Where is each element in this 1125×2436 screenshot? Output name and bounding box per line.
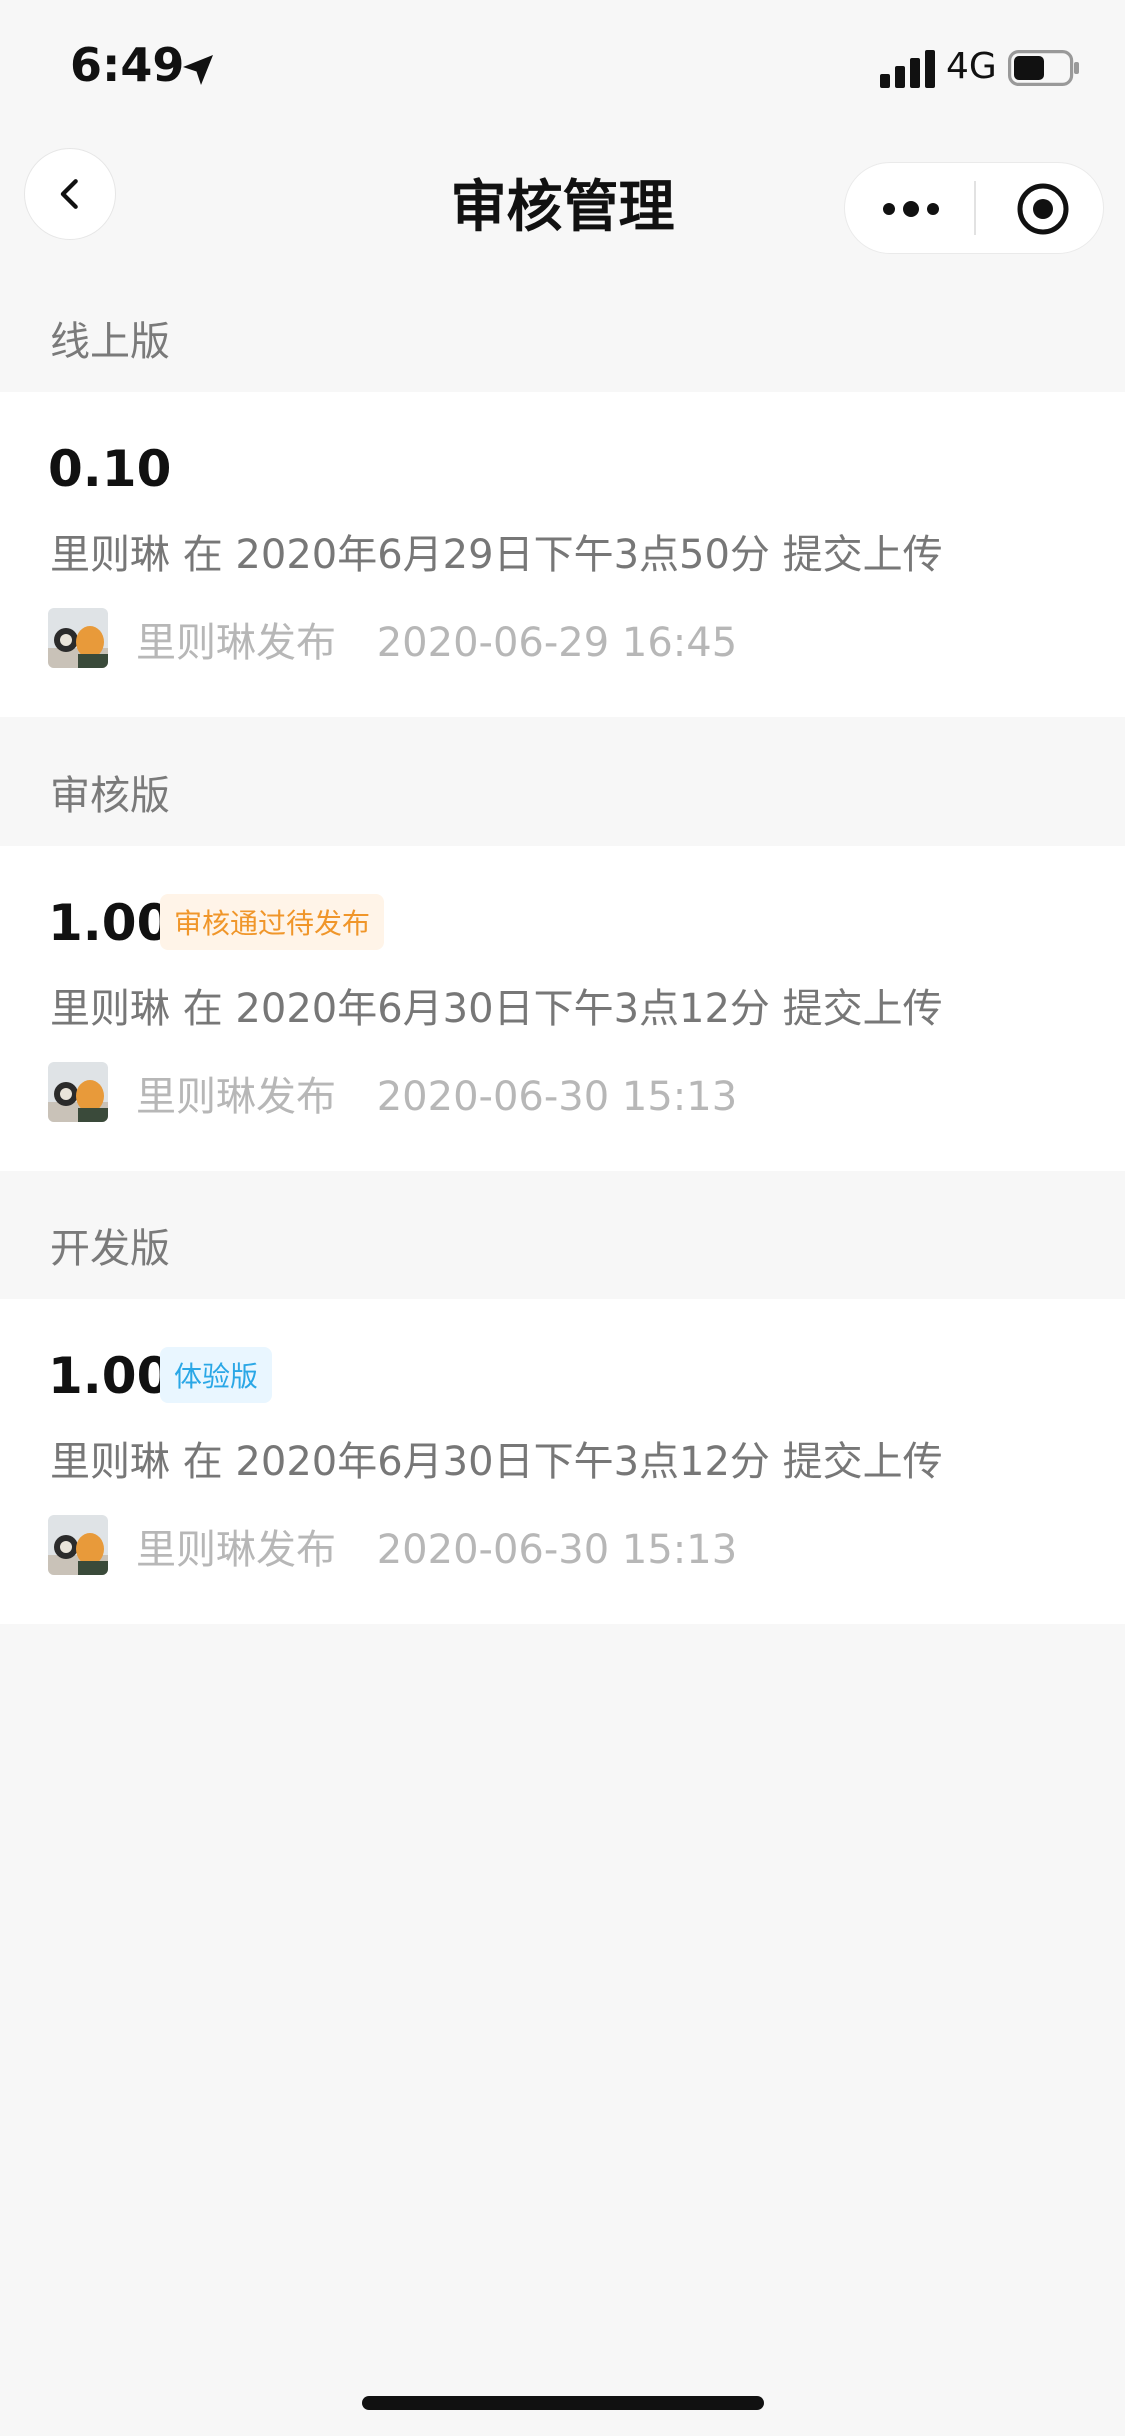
version-number: 1.00: [48, 894, 172, 952]
version-card-dev[interactable]: 1.00 体验版 里则琳 在 2020年6月30日下午3点12分 提交上传 里则…: [0, 1299, 1125, 1624]
more-dots-icon[interactable]: [881, 191, 941, 227]
publish-info: 里则琳发布 2020-06-30 15:13: [136, 1064, 737, 1122]
status-badge: 体验版: [160, 1347, 273, 1403]
network-label: 4G: [946, 46, 997, 87]
publish-datetime: 2020-06-30 15:13: [376, 1074, 738, 1120]
submission-description: 里则琳 在 2020年6月29日下午3点50分 提交上传: [50, 532, 943, 578]
avatar: [48, 1062, 108, 1122]
publisher-name: 里则琳发布: [136, 620, 336, 666]
publish-datetime: 2020-06-30 15:13: [376, 1527, 738, 1573]
status-bar: 6:49 4G: [0, 0, 1125, 140]
section-header-review: 审核版: [50, 773, 170, 819]
menu-capsule: [844, 162, 1104, 254]
target-icon[interactable]: [1015, 181, 1071, 237]
submission-description: 里则琳 在 2020年6月30日下午3点12分 提交上传: [50, 1439, 943, 1485]
publish-info: 里则琳发布 2020-06-30 15:13: [136, 1517, 737, 1575]
section-header-online: 线上版: [50, 319, 170, 365]
version-number: 0.10: [48, 440, 172, 498]
publisher-name: 里则琳发布: [136, 1074, 336, 1120]
home-indicator[interactable]: [362, 2396, 764, 2410]
version-card-online[interactable]: 0.10 里则琳 在 2020年6月29日下午3点50分 提交上传 里则琳发布 …: [0, 392, 1125, 717]
battery-icon: [1008, 50, 1079, 86]
location-arrow-icon: [183, 55, 213, 85]
status-badge: 审核通过待发布: [160, 894, 385, 950]
version-card-review[interactable]: 1.00 审核通过待发布 里则琳 在 2020年6月30日下午3点12分 提交上…: [0, 846, 1125, 1171]
version-number: 1.00: [48, 1347, 172, 1405]
avatar: [48, 608, 108, 668]
publish-datetime: 2020-06-29 16:45: [376, 620, 738, 666]
submission-description: 里则琳 在 2020年6月30日下午3点12分 提交上传: [50, 986, 943, 1032]
publish-info: 里则琳发布 2020-06-29 16:45: [136, 610, 737, 668]
navigation-bar: 审核管理: [0, 140, 1125, 260]
avatar: [48, 1515, 108, 1575]
capsule-divider: [974, 181, 976, 235]
section-header-dev: 开发版: [50, 1226, 170, 1272]
signal-icon: [880, 50, 935, 88]
publisher-name: 里则琳发布: [136, 1527, 336, 1573]
status-time: 6:49: [70, 38, 185, 92]
